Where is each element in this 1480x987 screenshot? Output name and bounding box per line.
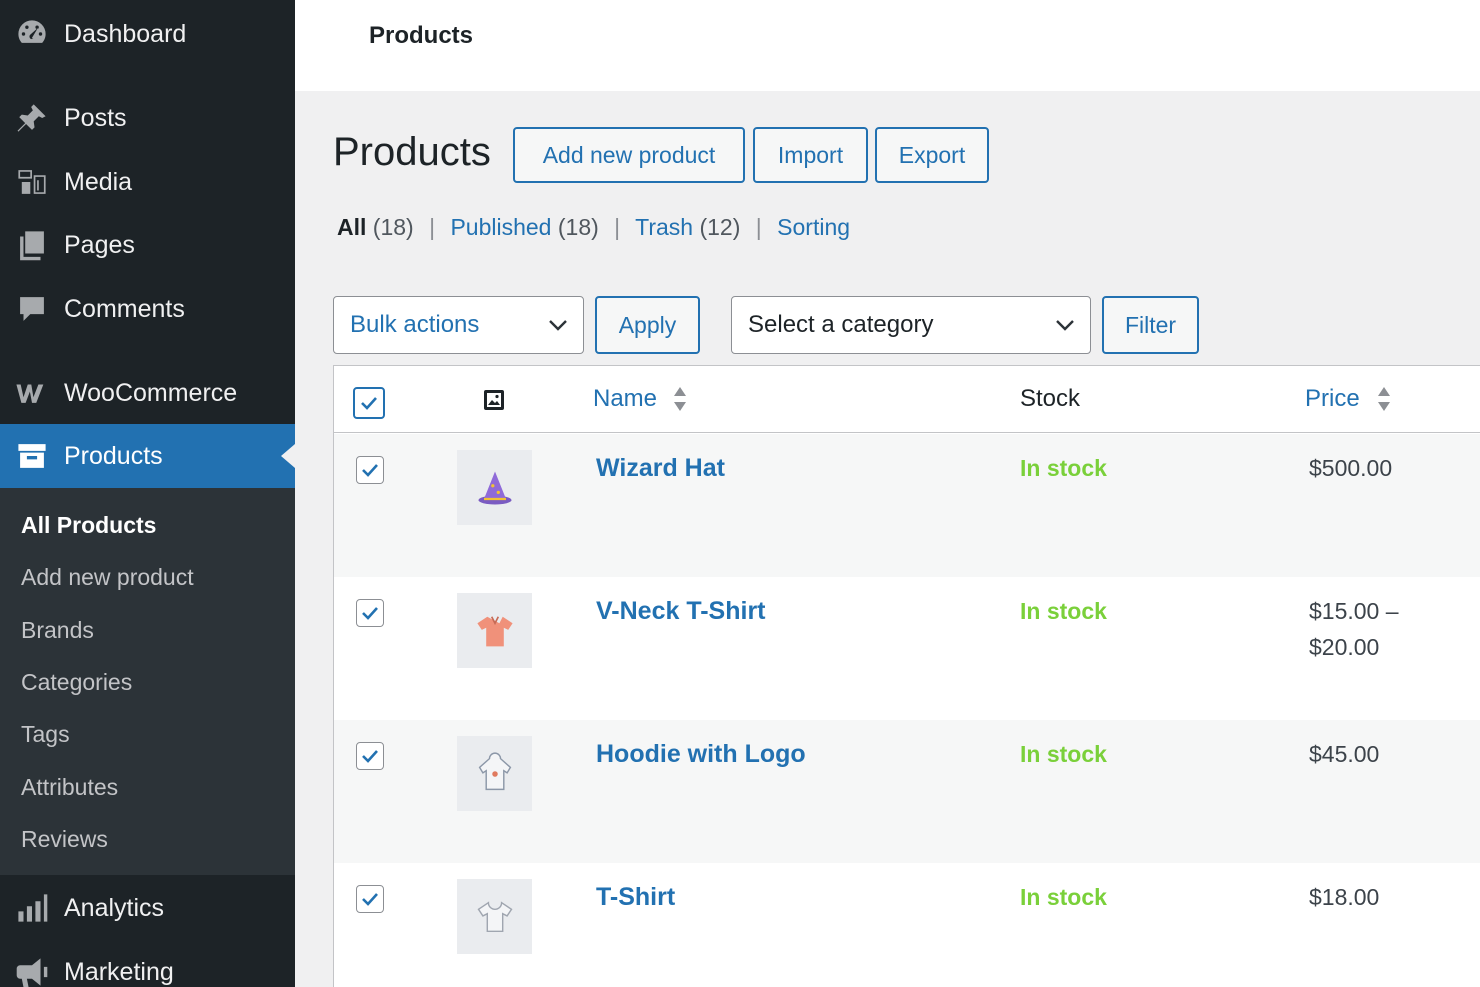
table-header: Name Stock Price (334, 366, 1480, 433)
sort-icon[interactable] (1376, 385, 1392, 413)
sidebar-item-label: Products (64, 441, 163, 470)
checkmark-icon (361, 397, 377, 410)
submenu-reviews[interactable]: Reviews (21, 826, 108, 853)
sidebar-item-label: Pages (64, 230, 135, 259)
sidebar-item-label: Dashboard (64, 19, 187, 48)
sidebar-item-dashboard[interactable]: Dashboard (0, 2, 295, 66)
submenu-brands[interactable]: Brands (21, 617, 94, 644)
table-row: T-Shirt In stock $18.00 (334, 863, 1480, 987)
dashboard-icon (0, 17, 64, 51)
row-checkbox[interactable] (356, 742, 384, 770)
row-checkbox[interactable] (356, 456, 384, 484)
sidebar-item-comments[interactable]: Comments (0, 277, 295, 341)
table-row: V-Neck T-Shirt In stock $15.00 – $20.00 (334, 577, 1480, 720)
bulk-actions-select[interactable]: Bulk actions (333, 296, 584, 354)
stock-status: In stock (1020, 455, 1107, 481)
category-select[interactable]: Select a category (731, 296, 1091, 354)
export-button[interactable]: Export (875, 127, 989, 183)
column-stock: Stock (1020, 385, 1081, 412)
sidebar-item-label: Marketing (64, 957, 174, 986)
checkmark-icon (362, 464, 378, 477)
status-filter-links: All (18) | Published (18) | Trash (12) |… (337, 214, 850, 241)
sidebar-item-analytics[interactable]: Analytics (0, 876, 295, 940)
select-all-checkbox[interactable] (353, 387, 385, 419)
product-name-link[interactable]: T-Shirt (596, 883, 675, 912)
admin-sidebar: Dashboard Posts Media Pages Comments Woo… (0, 0, 295, 987)
table-row: Hoodie with Logo In stock $45.00 (334, 720, 1480, 863)
submenu-attributes[interactable]: Attributes (21, 774, 118, 801)
submenu-add-new-product[interactable]: Add new product (21, 564, 194, 591)
comment-icon (0, 292, 64, 326)
view-published-count: (18) (557, 214, 599, 240)
products-submenu: All Products Add new product Brands Cate… (0, 488, 295, 875)
hoodie-icon[interactable] (457, 736, 532, 811)
product-price: $45.00 (1309, 741, 1380, 767)
sidebar-item-media[interactable]: Media (0, 150, 295, 214)
product-price: $500.00 (1309, 455, 1393, 481)
view-all-link[interactable]: All (337, 214, 366, 240)
chevron-down-icon (1056, 320, 1074, 331)
view-separator: | (429, 214, 436, 240)
page-title: Products (333, 130, 491, 174)
image-column-icon (482, 388, 506, 412)
column-price[interactable]: Price (1305, 385, 1360, 413)
sidebar-item-label: Comments (64, 294, 185, 323)
megaphone-icon (0, 955, 64, 987)
products-table: Name Stock Price Wizard Hat In stock $50… (333, 365, 1480, 987)
archive-box-icon (0, 439, 64, 473)
pushpin-icon (0, 101, 64, 135)
product-price: $15.00 – $20.00 (1309, 598, 1399, 660)
sidebar-item-pages[interactable]: Pages (0, 213, 295, 277)
column-name[interactable]: Name (593, 385, 657, 413)
row-checkbox[interactable] (356, 599, 384, 627)
view-separator: | (614, 214, 621, 240)
product-name-link[interactable]: Wizard Hat (596, 454, 725, 483)
product-price: $18.00 (1309, 884, 1380, 910)
stock-status: In stock (1020, 741, 1107, 767)
pages-icon (0, 228, 64, 262)
view-all-count: (18) (372, 214, 414, 240)
checkmark-icon (362, 750, 378, 763)
view-trash-link[interactable]: Trash (635, 214, 693, 240)
top-bar-title: Products (369, 22, 474, 49)
bar-chart-icon (0, 891, 64, 925)
checkmark-icon (362, 607, 378, 620)
table-row: Wizard Hat In stock $500.00 (334, 434, 1480, 577)
sort-icon[interactable] (672, 385, 688, 413)
top-bar: Products (295, 0, 1480, 91)
woocommerce-icon (0, 376, 64, 410)
product-name-link[interactable]: V-Neck T-Shirt (596, 597, 766, 626)
sidebar-item-posts[interactable]: Posts (0, 86, 295, 150)
sidebar-item-label: Media (64, 167, 133, 196)
stock-status: In stock (1020, 884, 1107, 910)
view-separator: | (755, 214, 762, 240)
add-new-product-button[interactable]: Add new product (513, 127, 745, 183)
apply-button[interactable]: Apply (595, 296, 700, 354)
wizard-hat-icon[interactable] (457, 450, 532, 525)
media-icon (0, 165, 64, 199)
filter-button[interactable]: Filter (1102, 296, 1199, 354)
view-sorting-link[interactable]: Sorting (777, 214, 850, 240)
sidebar-item-woocommerce[interactable]: WooCommerce (0, 361, 295, 425)
vneck-tshirt-icon[interactable] (457, 593, 532, 668)
tshirt-icon[interactable] (457, 879, 532, 954)
sidebar-item-products[interactable]: Products (0, 424, 295, 488)
checkmark-icon (362, 893, 378, 906)
sidebar-item-marketing[interactable]: Marketing (0, 940, 295, 987)
row-checkbox[interactable] (356, 885, 384, 913)
chevron-down-icon (549, 320, 567, 331)
submenu-tags[interactable]: Tags (21, 721, 70, 748)
sidebar-item-label: Posts (64, 103, 127, 132)
stock-status: In stock (1020, 598, 1107, 624)
product-name-link[interactable]: Hoodie with Logo (596, 740, 806, 769)
submenu-categories[interactable]: Categories (21, 669, 132, 696)
view-trash-count: (12) (699, 214, 741, 240)
import-button[interactable]: Import (753, 127, 868, 183)
sidebar-item-label: Analytics (64, 893, 165, 922)
category-value: Select a category (748, 311, 934, 338)
submenu-all-products[interactable]: All Products (21, 512, 156, 539)
bulk-actions-value: Bulk actions (350, 311, 480, 338)
sidebar-item-label: WooCommerce (64, 378, 238, 407)
view-published-link[interactable]: Published (450, 214, 551, 240)
